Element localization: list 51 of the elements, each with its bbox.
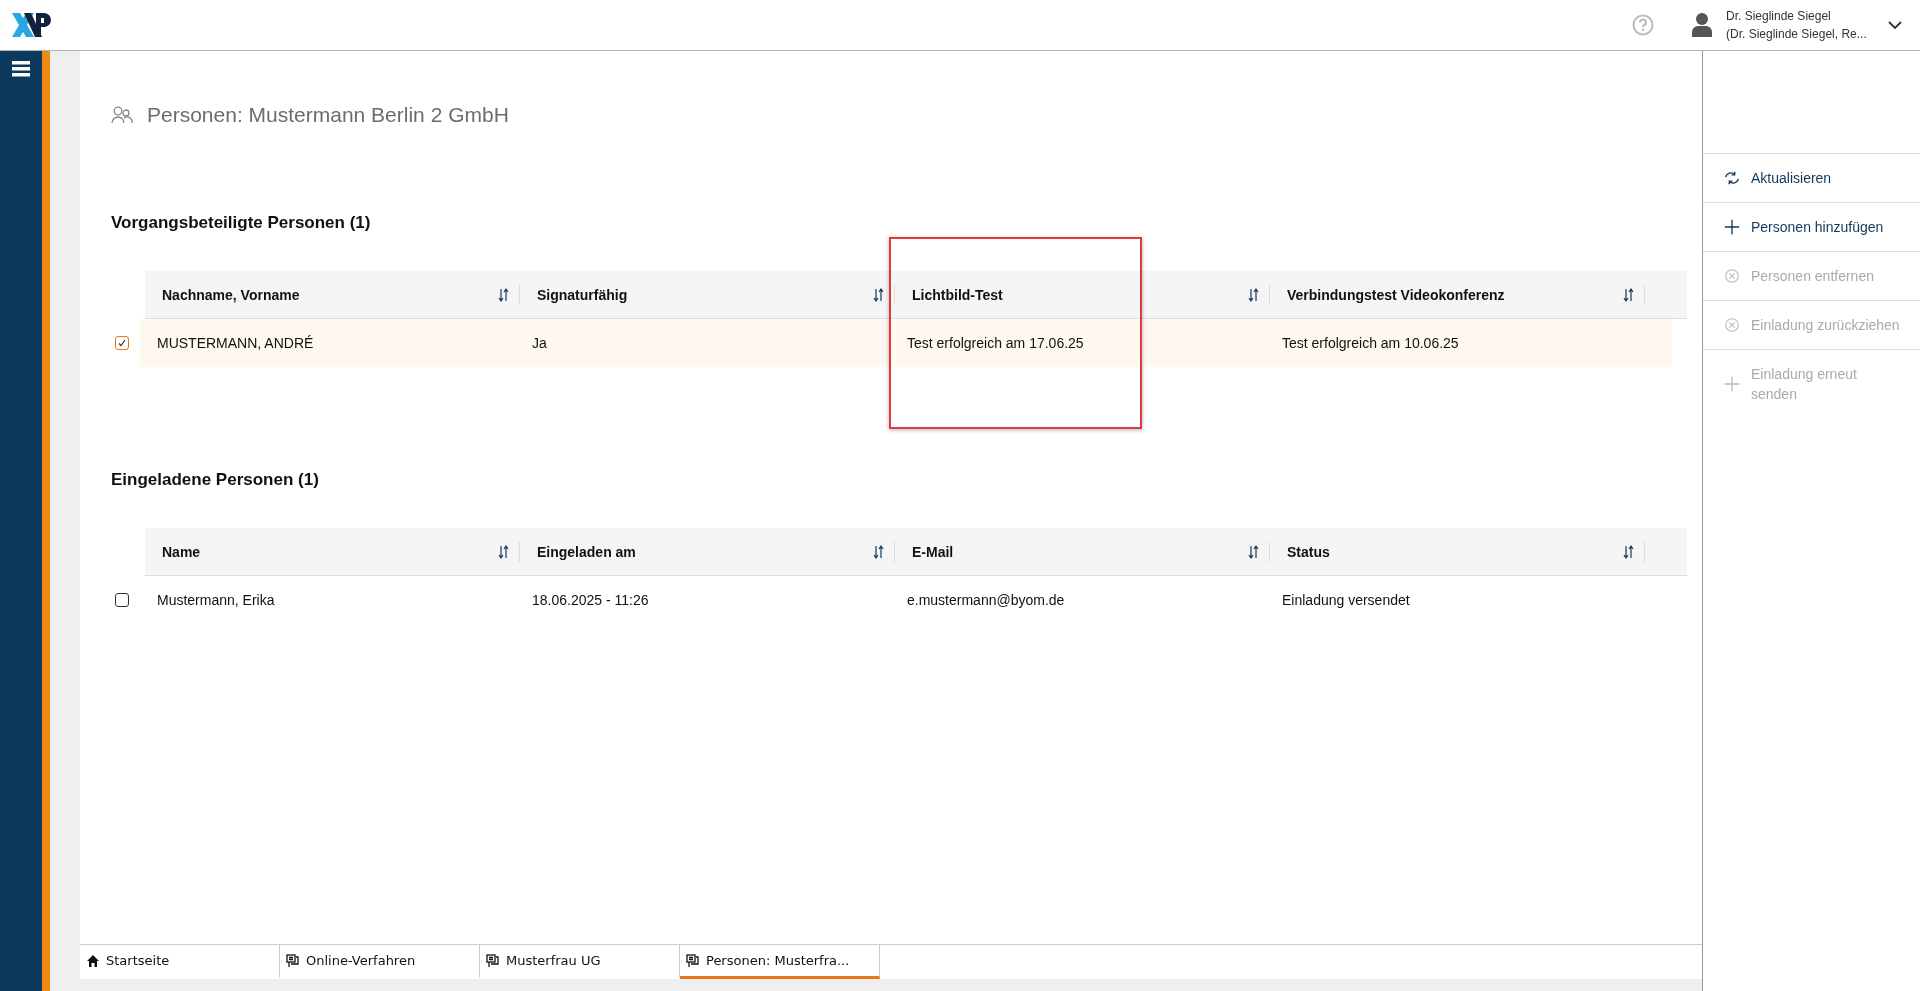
sort-icon[interactable] [1623,286,1634,303]
page-title: Personen: Mustermann Berlin 2 GmbH [147,103,509,127]
document-icon [486,953,500,968]
user-role: (Dr. Sieglinde Siegel, Re... [1726,26,1868,43]
row-checkbox[interactable] [115,593,129,607]
document-icon [686,953,700,968]
table-cell-text: Test erfolgreich am 10.06.25 [1281,335,1460,351]
column-header: Name [162,543,201,560]
plus-icon [1723,375,1741,393]
table-row[interactable]: Mustermann, Erika 18.06.2025 - 11:26 e.mustermann@byom.de Einladung versendet [140,576,1672,624]
section-heading: Eingeladene Personen (1) [111,469,320,491]
user-name: Dr. Sieglinde Siegel [1726,8,1832,25]
action-link[interactable]: Personen hinzufügen [1703,202,1920,251]
column-header: Verbindungstest Videokonferenz [1287,286,1505,303]
tab[interactable]: Personen: Musterfra... [680,945,880,979]
sort-icon[interactable] [873,286,884,303]
refresh-icon [1723,169,1741,187]
row-checkbox[interactable] [115,336,129,350]
table-row[interactable]: MUSTERMANN, ANDRÉ Ja Test erfolgreich am 17.06.25 Test erfolgreich am 10.06.25 [140,319,1672,367]
menu-icon[interactable] [12,61,30,77]
table-cell-text: Einladung versendet [1281,592,1411,608]
user-avatar-icon [1692,13,1712,37]
sort-icon[interactable] [1623,543,1634,560]
close-circle-icon [1723,267,1741,285]
column-header: Status [1287,543,1330,560]
column-header: Lichtbild-Test [912,286,1003,303]
people-icon [111,106,133,124]
sort-icon[interactable] [1248,543,1259,560]
table-cell-text: MUSTERMANN, ANDRÉ [156,335,315,351]
sort-icon[interactable] [498,543,509,560]
table-cell-text: Mustermann, Erika [156,592,276,608]
sort-icon[interactable] [498,286,509,303]
column-header: E-Mail [912,543,954,560]
plus-icon [1723,218,1741,236]
action-link[interactable]: Aktualisieren [1703,153,1920,202]
table-cell-text: Ja [531,335,548,351]
sort-icon[interactable] [873,543,884,560]
column-header: Nachname, Vorname [162,286,300,303]
home-icon [86,953,100,968]
close-circle-icon [1723,316,1741,334]
document-icon [286,953,300,968]
section-heading: Vorgangsbeteiligte Personen (1) [111,212,372,234]
chevron-down-icon[interactable] [1888,20,1902,30]
column-header: Signaturfähig [537,286,628,303]
column-header: Eingeladen am [537,543,636,560]
table-cell-text: Test erfolgreich am 17.06.25 [906,335,1085,351]
table-cell-text: 18.06.2025 - 11:26 [531,592,650,608]
table-cell-text: e.mustermann@byom.de [906,592,1066,608]
help-icon [1632,14,1654,36]
logo-icon [12,11,52,39]
sort-icon[interactable] [1248,286,1259,303]
